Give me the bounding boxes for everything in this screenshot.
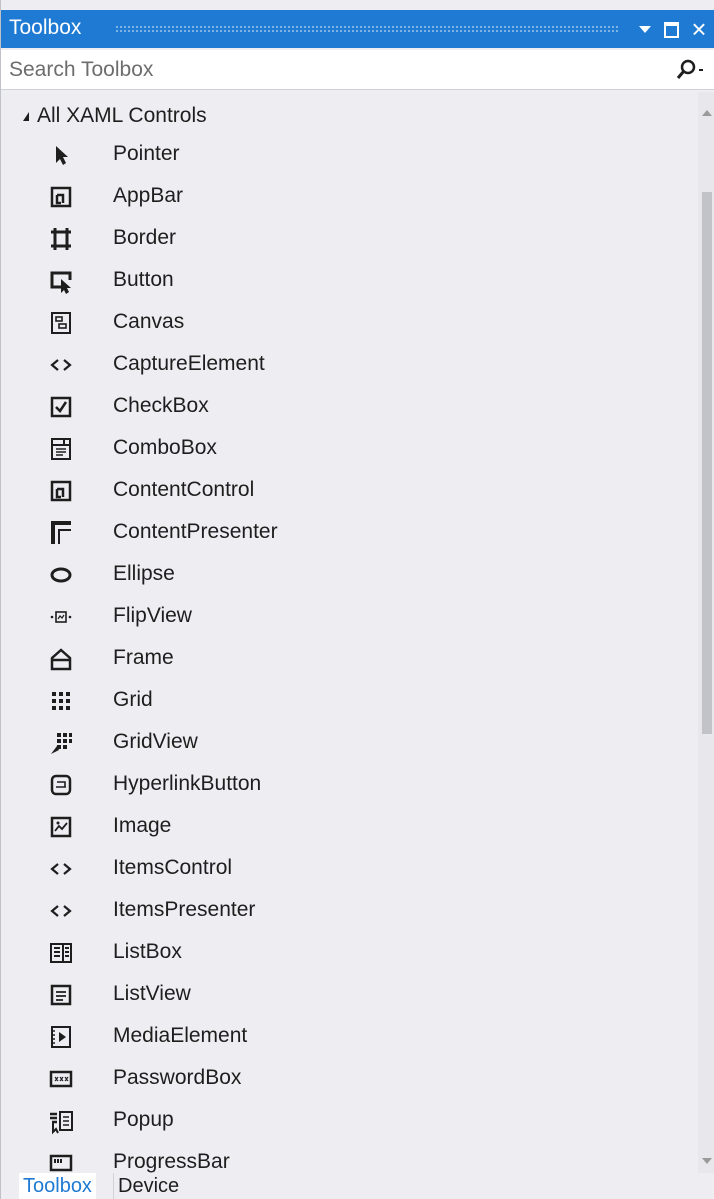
listbox-icon [50, 943, 72, 963]
toolbox-item-label: CaptureElement [113, 352, 265, 375]
toolbox-item[interactable]: FlipView [1, 596, 697, 638]
frame-icon [50, 648, 72, 671]
grid-icon [52, 692, 70, 710]
group-header-all-xaml-controls[interactable]: All XAML Controls [23, 99, 683, 133]
toolbox-item-label: PasswordBox [113, 1066, 242, 1089]
window-position-dropdown-button[interactable] [631, 10, 659, 48]
toolbox-item[interactable]: Frame [1, 638, 697, 680]
hyperlinkbutton-icon [50, 774, 72, 796]
search-input[interactable] [7, 54, 651, 86]
toolbox-item[interactable]: HyperlinkButton [1, 764, 697, 806]
toolbox-item[interactable]: ContentControl [1, 470, 697, 512]
toolbox-title-bar[interactable]: Toolbox × [1, 10, 714, 48]
checkbox-icon [50, 396, 72, 418]
toolbox-item-label: Canvas [113, 310, 185, 333]
toolbox-item-label: Popup [113, 1108, 174, 1131]
vertical-scrollbar[interactable] [698, 92, 714, 1174]
toolbox-item[interactable]: ComboBox [1, 428, 697, 470]
button-icon [50, 271, 72, 294]
toolbox-item-label: HyperlinkButton [113, 772, 262, 795]
toolbox-item-label: Frame [113, 646, 174, 669]
drag-grip[interactable] [115, 25, 619, 34]
combobox-icon [51, 438, 71, 460]
toolbox-item[interactable]: Grid [1, 680, 697, 722]
listview-icon [50, 984, 72, 1006]
toolbox-item[interactable]: ListView [1, 974, 697, 1016]
appbar-icon [50, 186, 72, 208]
border-icon [51, 228, 71, 250]
toolbox-item[interactable]: Popup [1, 1100, 697, 1142]
toolbox-item[interactable]: Border [1, 218, 697, 260]
toolbox-item-label: Pointer [113, 142, 180, 165]
toolbox-item-label: MediaElement [113, 1024, 248, 1047]
toolbox-item-label: Button [113, 268, 174, 291]
bottom-tab-strip: Toolbox Device [1, 1173, 714, 1199]
window-title: Toolbox [9, 16, 82, 39]
toolbox-item[interactable]: Pointer [1, 134, 697, 176]
toolbox-item-label: ItemsPresenter [113, 898, 256, 921]
toolbox-item-label: Image [113, 814, 172, 837]
toolbox-item[interactable]: AppBar [1, 176, 697, 218]
scrollbar-thumb[interactable] [702, 192, 712, 734]
maximize-button[interactable] [657, 10, 685, 48]
search-box[interactable] [1, 50, 714, 90]
toolbox-item-label: Border [113, 226, 177, 249]
toolbox-item-label: ContentPresenter [113, 520, 278, 543]
flipview-icon [50, 611, 72, 623]
canvas-icon [51, 312, 71, 334]
scroll-up-arrow-icon[interactable] [702, 110, 712, 116]
toolbox-item-label: ContentControl [113, 478, 255, 501]
pointer-icon [56, 146, 68, 165]
code-brackets-icon [50, 863, 72, 875]
toolbox-item-label: ListBox [113, 940, 182, 963]
toolbox-item[interactable]: CheckBox [1, 386, 697, 428]
scroll-down-arrow-icon[interactable] [702, 1158, 712, 1164]
toolbox-item[interactable]: ListBox [1, 932, 697, 974]
toolbox-item-label: FlipView [113, 604, 192, 627]
toolbox-item-label: CheckBox [113, 394, 209, 417]
toolbox-item[interactable]: Button [1, 260, 697, 302]
passwordbox-icon [49, 1070, 73, 1088]
toolbox-item-label: ComboBox [113, 436, 217, 459]
toolbox-item[interactable]: PasswordBox [1, 1058, 697, 1100]
toolbox-item-label: ListView [113, 982, 191, 1005]
tab-device[interactable]: Device [113, 1173, 183, 1199]
code-brackets-icon [50, 905, 72, 917]
toolbox-item-label: Ellipse [113, 562, 175, 585]
group-label: All XAML Controls [37, 104, 207, 127]
ellipse-icon [50, 567, 72, 583]
toolbox-item[interactable]: ContentPresenter [1, 512, 697, 554]
toolbox-item[interactable]: GridView [1, 722, 697, 764]
tab-toolbox[interactable]: Toolbox [19, 1173, 96, 1199]
toolbox-item-label: ItemsControl [113, 856, 233, 879]
toolbox-item[interactable]: ItemsPresenter [1, 890, 697, 932]
popup-icon [50, 1111, 73, 1135]
toolbox-item-label: ProgressBar [113, 1150, 230, 1173]
toolbox-item[interactable]: ItemsControl [1, 848, 697, 890]
code-brackets-icon [50, 359, 72, 371]
toolbox-item-label: Grid [113, 688, 153, 711]
search-icon[interactable] [673, 56, 703, 84]
gridview-icon [51, 733, 72, 754]
close-button[interactable]: × [685, 10, 713, 48]
toolbox-panel: Toolbox × All XAML Controls Pointer Ap [0, 0, 714, 1199]
mediaelement-icon [51, 1026, 71, 1048]
toolbox-item[interactable]: Ellipse [1, 554, 697, 596]
contentpresenter-icon [51, 521, 71, 544]
toolbox-item[interactable]: CaptureElement [1, 344, 697, 386]
expand-collapse-triangle-icon[interactable] [23, 111, 29, 121]
contentcontrol-icon [50, 480, 72, 502]
toolbox-item[interactable]: Image [1, 806, 697, 848]
image-icon [50, 816, 72, 838]
toolbox-item-label: GridView [113, 730, 198, 753]
toolbox-item[interactable]: Canvas [1, 302, 697, 344]
toolbox-item-label: AppBar [113, 184, 184, 207]
toolbox-item[interactable]: MediaElement [1, 1016, 697, 1058]
